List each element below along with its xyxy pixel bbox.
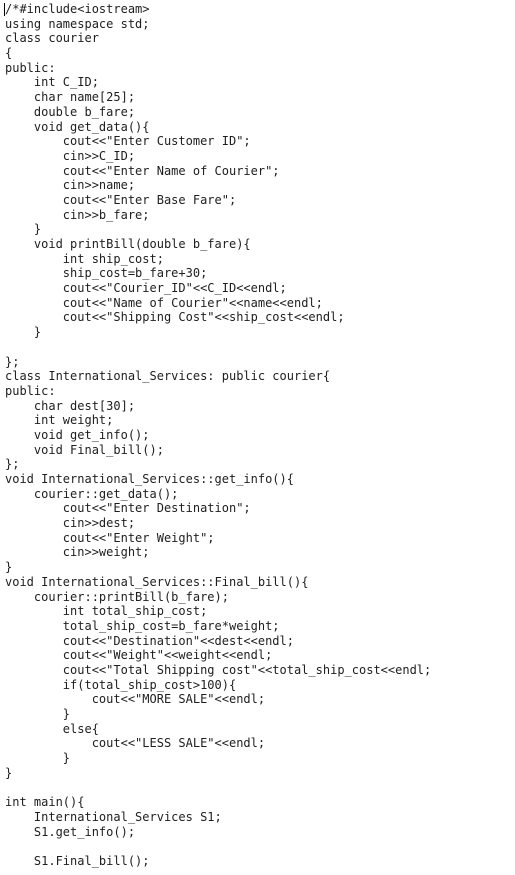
code-line: cin>>name; bbox=[5, 178, 136, 193]
code-line: int C_ID; bbox=[5, 75, 99, 90]
code-line: cout<<"Enter Customer ID"; bbox=[5, 134, 251, 149]
code-line: { bbox=[5, 46, 13, 61]
code-line: void printBill(double b_fare){ bbox=[5, 237, 251, 251]
code-area[interactable]: /*#include<iostream> using namespace std;… bbox=[5, 2, 431, 869]
code-line: cin>>weight; bbox=[5, 545, 150, 560]
code-line: cin>>b_fare; bbox=[5, 207, 150, 222]
code-line: double b_fare; bbox=[5, 104, 136, 119]
code-line: cout<<"Courier_ID"<<C_ID<<endl; bbox=[5, 281, 287, 296]
code-line: char name[25]; bbox=[5, 90, 136, 105]
code-editor[interactable]: /*#include<iostream> using namespace std;… bbox=[0, 0, 515, 875]
code-line: cout<<"Enter Weight"; bbox=[5, 530, 215, 545]
code-line: int weight; bbox=[5, 413, 114, 428]
code-line: int ship_cost; bbox=[5, 251, 164, 266]
code-line: S1.Final_bill(); bbox=[5, 853, 150, 868]
code-line: else{ bbox=[5, 721, 99, 736]
code-line: cout<<"Weight"<<weight<<endl; bbox=[5, 648, 273, 663]
code-line: cin>>dest; bbox=[5, 516, 136, 531]
code-line: if(total_ship_cost>100){ bbox=[5, 677, 237, 692]
code-line: cout<<"Name of Courier"<<name<<endl; bbox=[5, 295, 323, 310]
code-line: cout<<"Total Shipping cost"<<total_ship_… bbox=[5, 662, 432, 677]
code-line: cout<<"Enter Name of Courier"; bbox=[5, 163, 280, 178]
code-line: cin>>C_ID; bbox=[5, 148, 136, 163]
code-line: int main(){ bbox=[5, 795, 85, 810]
code-line: int total_ship_cost; bbox=[5, 604, 208, 619]
code-line: cout<<"Enter Base Fare"; bbox=[5, 192, 237, 207]
code-line: using namespace std; bbox=[5, 16, 150, 31]
code-line: cout<<"Destination"<<dest<<endl; bbox=[5, 633, 294, 648]
code-line: char dest[30]; bbox=[5, 398, 136, 413]
code-line: cout<<"Enter Destination"; bbox=[5, 501, 251, 516]
code-line: void Final_bill(); bbox=[5, 442, 164, 457]
code-line: void get_data(){ bbox=[5, 119, 150, 134]
code-line: cout<<"Shipping Cost"<<ship_cost<<endl; bbox=[5, 310, 345, 325]
code-line: cout<<"LESS SALE"<<endl; bbox=[5, 736, 266, 751]
code-line: }; bbox=[5, 457, 20, 472]
code-line: courier::printBill(b_fare); bbox=[5, 589, 229, 604]
code-line: cout<<"MORE SALE"<<endl; bbox=[5, 692, 266, 707]
code-line: total_ship_cost=b_fare*weight; bbox=[5, 618, 280, 633]
code-line: class International_Services: public cou… bbox=[5, 369, 331, 384]
code-line: International_Services S1; bbox=[5, 809, 222, 824]
code-line: void International_Services::Final_bill(… bbox=[5, 574, 309, 589]
code-line: } bbox=[5, 765, 13, 780]
code-line: /*#include<iostream> bbox=[5, 2, 150, 16]
code-line: } bbox=[5, 560, 13, 575]
code-line: S1.get_info(); bbox=[5, 824, 136, 839]
code-line: } bbox=[5, 222, 42, 237]
code-line: }; bbox=[5, 354, 20, 369]
code-line: void International_Services::get_info(){ bbox=[5, 472, 294, 486]
code-line: } bbox=[5, 325, 42, 340]
code-line: ship_cost=b_fare+30; bbox=[5, 266, 208, 281]
code-line: public: bbox=[5, 383, 56, 398]
code-line: class courier bbox=[5, 31, 99, 46]
code-line: void get_info(); bbox=[5, 427, 150, 442]
code-line: courier::get_data(); bbox=[5, 486, 179, 501]
code-line: } bbox=[5, 751, 71, 766]
code-line: } bbox=[5, 707, 71, 721]
code-line: public: bbox=[5, 60, 56, 75]
